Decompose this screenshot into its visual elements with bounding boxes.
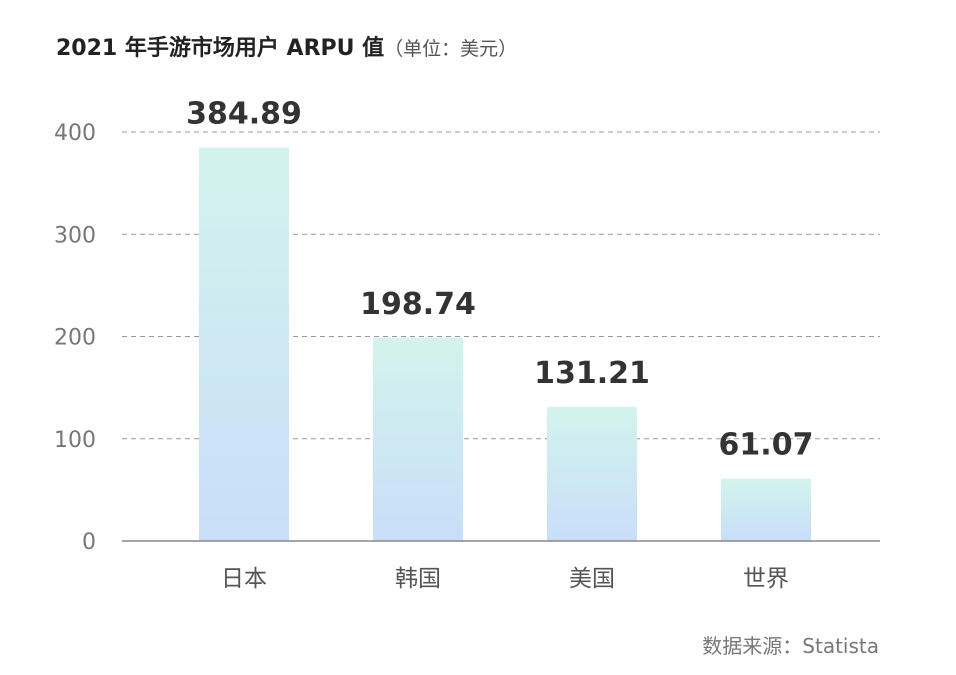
- y-tick-label: 400: [54, 121, 96, 146]
- x-tick-label: 美国: [569, 566, 615, 592]
- bar-chart: 0 100 200 300 400 384.89 198.74 131.21 61.07 日本…: [54, 96, 880, 592]
- bar-value-label: 131.21: [534, 356, 650, 391]
- x-tick-label: 韩国: [395, 566, 441, 592]
- bar: [373, 337, 463, 541]
- bar-value-label: 384.89: [186, 96, 302, 131]
- source-note: 数据来源：Statista: [702, 634, 879, 658]
- bars: 384.89 198.74 131.21 61.07: [186, 96, 813, 541]
- x-tick-label: 日本: [221, 566, 267, 592]
- bar: [721, 478, 811, 541]
- bar: [199, 147, 289, 541]
- bar-value-label: 61.07: [719, 428, 814, 463]
- bar-value-label: 198.74: [360, 287, 476, 322]
- x-axis: 日本 韩国 美国 世界: [122, 540, 880, 592]
- y-axis: 0 100 200 300 400: [54, 121, 96, 555]
- bar: [547, 406, 637, 541]
- y-tick-label: 300: [54, 223, 96, 248]
- y-tick-label: 200: [54, 326, 96, 351]
- x-tick-label: 世界: [743, 566, 789, 592]
- y-tick-label: 100: [54, 428, 96, 453]
- y-tick-label: 0: [82, 530, 96, 555]
